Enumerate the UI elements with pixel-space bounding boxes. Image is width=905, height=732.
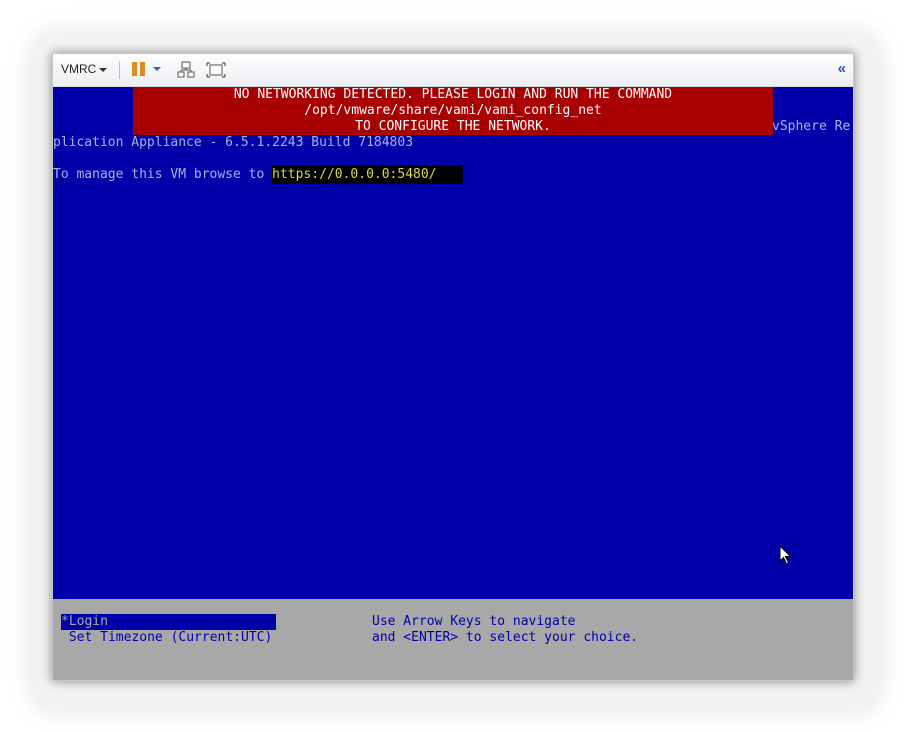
vmrc-window: VMRC « vSphere Re plication Appliance - … [52,53,854,681]
help-text-line-1: Use Arrow Keys to navigate [372,614,576,629]
appliance-title-right: vSphere Re [772,119,851,134]
network-warning-banner: NO NETWORKING DETECTED. PLEASE LOGIN AND… [133,87,773,135]
chevron-down-icon [99,67,108,72]
manage-text: To manage this VM browse to [53,167,273,182]
collapse-icon[interactable]: « [838,60,846,77]
help-text-line-2: and <ENTER> to select your choice. [372,630,639,645]
menu-item-login[interactable]: *Login [61,614,276,630]
pause-icon [132,62,145,76]
dcui-menu-panel: *Login Set Timezone (Current:UTC) Use Ar… [53,599,853,680]
manage-url: https://0.0.0.0:5480/ [272,165,463,184]
vmrc-menu-button[interactable]: VMRC [61,62,108,76]
banner-line-1: NO NETWORKING DETECTED. PLEASE LOGIN AND… [233,87,673,102]
vmrc-label: VMRC [61,62,97,76]
mouse-pointer-icon [779,545,792,565]
pause-button[interactable] [132,62,161,76]
manage-line: To manage this VM browse to https://0.0.… [53,165,463,184]
menu-item-set-timezone[interactable]: Set Timezone (Current:UTC) [61,630,273,646]
vm-console[interactable]: vSphere Re plication Appliance - 6.5.1.2… [53,87,853,599]
chevron-down-icon [153,67,161,71]
fullscreen-icon[interactable] [206,60,226,80]
banner-line-2: /opt/vmware/share/vami/vami_config_net [304,103,602,118]
banner-line-3: TO CONFIGURE THE NETWORK. [355,119,551,134]
appliance-title: plication Appliance - 6.5.1.2243 Build 7… [53,135,414,150]
send-ctrl-alt-del-icon[interactable] [176,60,196,80]
toolbar-divider [119,61,120,79]
toolbar: VMRC « [53,54,853,87]
